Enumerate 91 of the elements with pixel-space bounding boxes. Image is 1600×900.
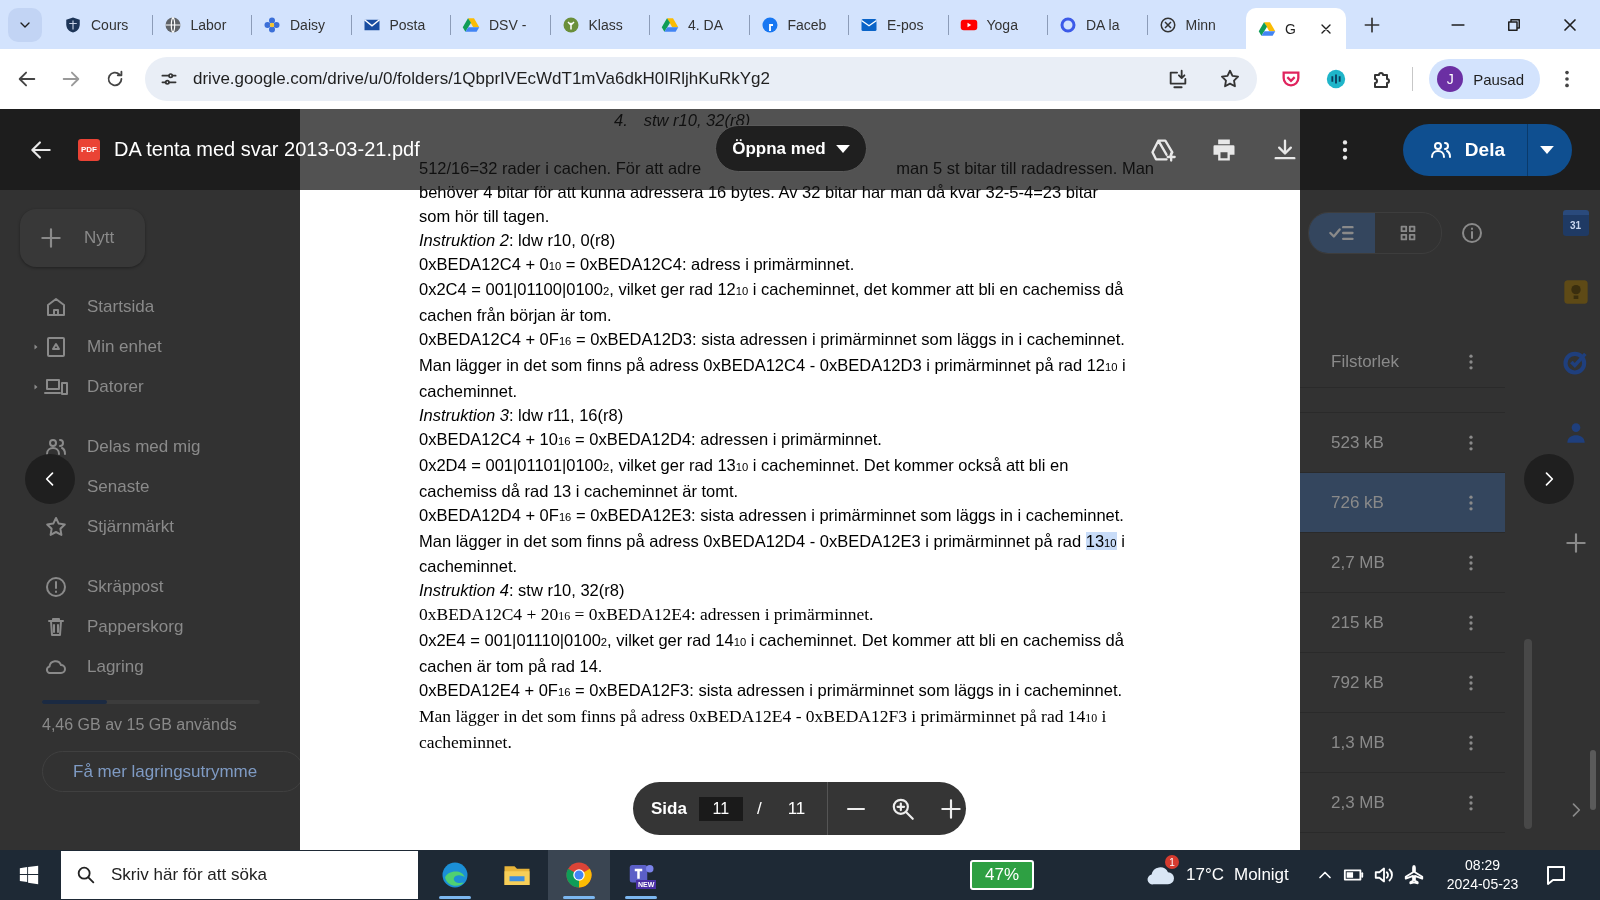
- text-line: Instruktion 2: ldw r10, 0(r8): [419, 229, 616, 251]
- alert-icon: [44, 575, 68, 599]
- tab-search-button[interactable]: [8, 7, 42, 42]
- page-label: Sida: [651, 798, 687, 819]
- page-count: 11: [787, 798, 806, 819]
- caret-icon: [1540, 145, 1554, 154]
- file-size: 215 kB: [1331, 612, 1384, 633]
- text-line: cachen är tom på rad 14.: [419, 656, 603, 678]
- text-line: cachen från början är tom.: [419, 305, 612, 327]
- nav-item[interactable]: Min enhet: [0, 327, 300, 367]
- text-line: cacheminnet.: [419, 381, 518, 403]
- globe-icon: [163, 15, 182, 34]
- leaf-icon: [561, 15, 580, 34]
- browser-tab[interactable]: Minn: [1146, 4, 1246, 45]
- storage-usage-text: 4,46 GB av 15 GB används: [42, 716, 238, 734]
- profile-button[interactable]: J Pausad: [1429, 59, 1540, 99]
- device-drive-icon: [44, 335, 68, 359]
- ring-icon: [1059, 15, 1077, 34]
- view-option[interactable]: [1309, 213, 1375, 253]
- windows-logo-icon: [18, 864, 40, 886]
- file-size: 792 kB: [1331, 672, 1384, 693]
- browser-tab[interactable]: DSV -: [450, 4, 550, 45]
- browser-tab[interactable]: 4. DA: [649, 4, 749, 45]
- browser-tab[interactable]: Yoga: [947, 4, 1047, 45]
- star-icon: [44, 515, 68, 539]
- swirl-icon: [440, 860, 470, 890]
- notification-badge: 1: [1165, 855, 1179, 869]
- text-line: man 5 st bitar till radadressen. Man: [896, 157, 1154, 179]
- file-size: 523 kB: [1331, 432, 1384, 453]
- scrollbar[interactable]: [1589, 750, 1596, 810]
- address-bar[interactable]: drive.google.com/drive/u/0/folders/1QbprIVEcWdT1mVa6dkH0IRljhKuRkYg2: [145, 57, 1258, 101]
- taskbar-app[interactable]: [548, 850, 610, 900]
- browser-tab[interactable]: G: [1246, 8, 1346, 49]
- taskbar-search-field[interactable]: Skriv här för att söka: [61, 851, 418, 899]
- list-number: 4.: [614, 110, 628, 131]
- profile-status: Pausad: [1473, 70, 1524, 88]
- browser-tab[interactable]: Posta: [350, 4, 450, 45]
- info-icon[interactable]: [1460, 221, 1484, 245]
- file-size: 1,3 MB: [1331, 732, 1385, 753]
- browser-tab[interactable]: DA la: [1047, 4, 1147, 45]
- text-line: Instruktion 3: ldw r11, 16(r8): [419, 404, 624, 426]
- nav-item[interactable]: Skräppost: [0, 567, 300, 607]
- browser-tab[interactable]: Cours: [52, 4, 152, 45]
- column-header[interactable]: Filstorlek: [1331, 352, 1399, 372]
- browser-tab[interactable]: Daisy: [251, 4, 351, 45]
- flower-icon: [263, 15, 281, 34]
- avatar: J: [1437, 66, 1464, 92]
- nav-item[interactable]: Startsida: [0, 287, 300, 327]
- text-line: cacheminnet.: [419, 730, 512, 754]
- share-options-button[interactable]: [1528, 123, 1572, 176]
- nav-item[interactable]: Lagring: [0, 647, 300, 687]
- share-button[interactable]: Dela: [1402, 123, 1528, 176]
- file-title: DA tenta med svar 2013-03-21.pdf: [114, 138, 420, 161]
- search-icon: [75, 864, 97, 886]
- shield-icon: [64, 15, 82, 34]
- star-icon[interactable]: [1219, 68, 1242, 90]
- temperature[interactable]: 17°C: [1186, 865, 1224, 885]
- nav-item[interactable]: Delas med mig: [0, 427, 300, 467]
- nav-item[interactable]: Senaste: [0, 467, 300, 507]
- round-logo-icon: [760, 15, 779, 34]
- page-separator: /: [756, 798, 762, 819]
- triangle-logo-icon: [1258, 19, 1276, 38]
- text-line: som hör till tagen.: [419, 205, 550, 227]
- pdf-file-icon: PDF: [78, 138, 100, 161]
- url-text: drive.google.com/drive/u/0/folders/1QbprIVEcWdT1mVa6dkH0IRljhKuRkYg2: [193, 69, 770, 89]
- home-icon: [44, 295, 68, 319]
- page-number-field[interactable]: 11: [698, 796, 743, 821]
- plus-icon: [38, 225, 64, 251]
- browser-tab[interactable]: E-pos: [848, 4, 948, 45]
- calendar-button[interactable]: 31: [1562, 210, 1589, 236]
- browser-tab[interactable]: Klass: [549, 4, 649, 45]
- clock-date[interactable]: 2024-05-23: [1446, 875, 1519, 894]
- clock-time[interactable]: 08:29: [1465, 856, 1501, 875]
- browser-tab[interactable]: Labor: [151, 4, 251, 45]
- weather-text[interactable]: Molnigt: [1234, 865, 1289, 885]
- airplane-icon[interactable]: [1402, 864, 1425, 886]
- triangle-logo-icon: [661, 15, 679, 34]
- nav-item[interactable]: Papperskorg: [0, 607, 300, 647]
- round-browser-icon: [564, 860, 594, 890]
- triangle-logo-icon: [462, 15, 480, 34]
- text-line: cachemiss då rad 13 i cacheminnet är tomt.: [419, 480, 739, 502]
- nav-item[interactable]: Datorer: [0, 367, 300, 407]
- file-size: 2,7 MB: [1331, 552, 1385, 573]
- bubble-icon[interactable]: [1325, 68, 1348, 90]
- nav-item[interactable]: Stjärnmärkt: [0, 507, 300, 547]
- browser-tab[interactable]: Faceb: [748, 4, 848, 45]
- file-size: 2,3 MB: [1331, 792, 1385, 813]
- caret-icon: [835, 144, 850, 153]
- file-size: 726 kB: [1331, 492, 1384, 513]
- text-line: cacheminnet.: [419, 556, 518, 578]
- text-line: Instruktion 4: stw r10, 32(r8): [419, 580, 625, 602]
